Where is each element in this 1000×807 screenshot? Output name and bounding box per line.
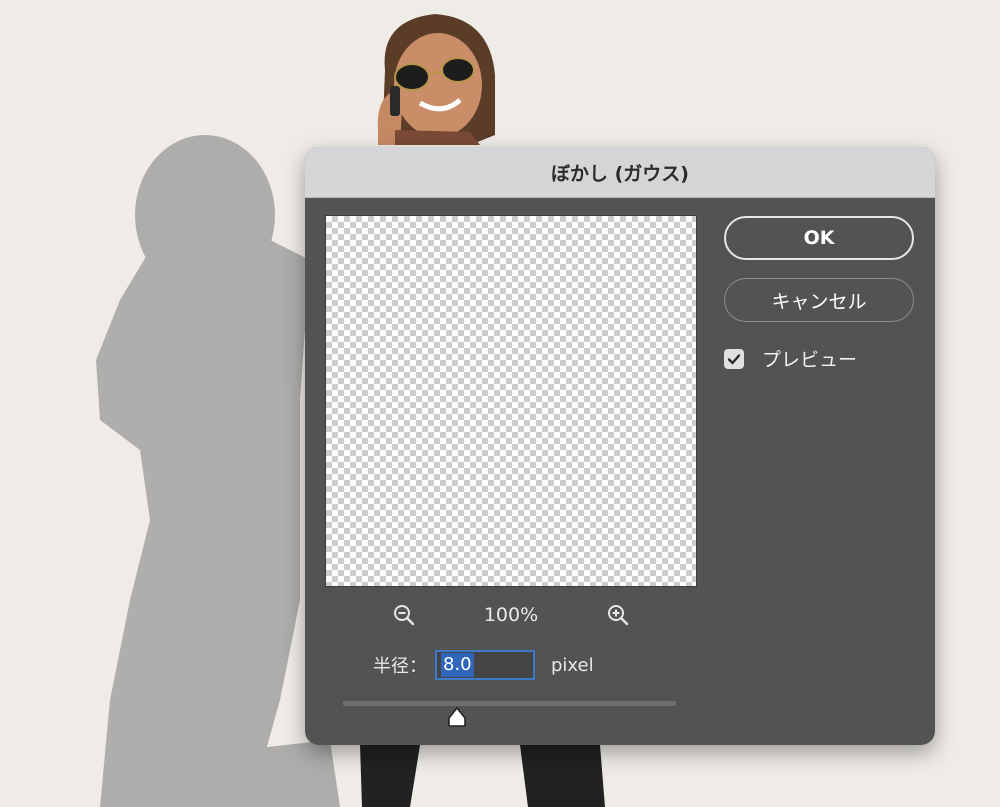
radius-slider-thumb[interactable] (446, 706, 468, 728)
preview-pane[interactable] (325, 215, 697, 587)
radius-label: 半径： (373, 656, 427, 677)
radius-input[interactable]: 8.0 (435, 650, 535, 680)
zoom-level: 100% (483, 604, 539, 626)
preview-checkbox-row[interactable]: プレビュー (724, 345, 857, 372)
radius-value[interactable]: 8.0 (441, 653, 474, 677)
ok-button[interactable]: OK (724, 216, 914, 260)
radius-slider-track[interactable] (343, 701, 676, 706)
preview-label: プレビュー (762, 349, 858, 371)
cancel-button[interactable]: キャンセル (724, 278, 914, 322)
dialog-title: ぼかし (ガウス) (305, 147, 935, 198)
preview-checkbox[interactable] (724, 348, 744, 369)
radius-row: 半径： 8.0 pixel (373, 649, 594, 681)
gaussian-blur-dialog: ぼかし (ガウス) 100% 半径： 8.0 pixel OK キャンセル プレ… (305, 147, 935, 745)
checkmark-icon (727, 353, 741, 364)
zoom-in-icon[interactable] (605, 602, 631, 628)
zoom-out-icon[interactable] (391, 602, 417, 628)
radius-unit: pixel (551, 654, 594, 676)
zoom-controls: 100% (391, 599, 631, 631)
